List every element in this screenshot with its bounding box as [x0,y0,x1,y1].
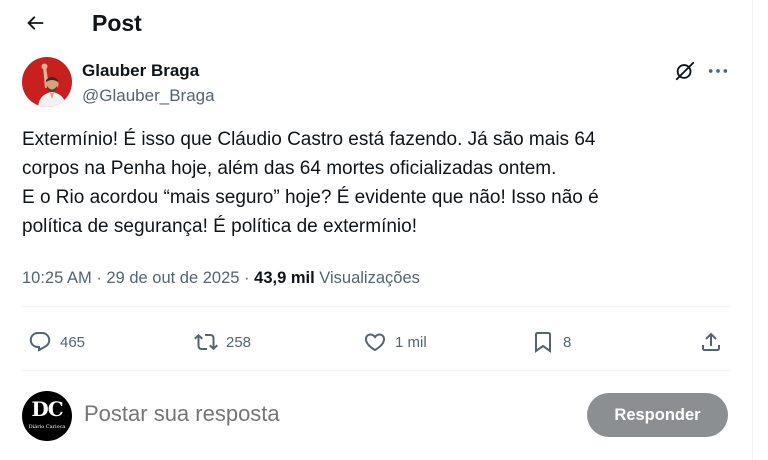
avatar-logo-text: DC [31,397,63,421]
grok-icon [675,61,695,81]
share-button[interactable] [699,320,723,364]
post-date[interactable]: 29 de out de 2025 [106,269,239,287]
arrow-left-icon [27,16,44,30]
meta-separator: · [96,269,102,287]
page-title: Post [92,10,142,36]
post-detail-page: Post Glauber Braga @Glauber_Braga Exterm… [0,0,752,460]
action-bar: 465 258 1 mil 8 [0,320,752,364]
like-count: 1 mil [395,333,427,351]
post-metadata: 10:25 AM · 29 de out de 2025 · 43,9 mil … [22,266,420,290]
bookmark-icon [535,332,551,353]
more-dots-icon [708,69,728,73]
column-border [752,0,753,460]
post-text-line: E o Rio acordou “mais seguro” hoje? É ev… [22,187,599,208]
author-avatar[interactable] [22,57,72,107]
reply-icon [29,332,51,352]
like-button[interactable]: 1 mil [363,320,427,364]
views-label[interactable]: Visualizações [319,269,420,287]
back-button[interactable] [18,6,52,40]
user-avatar[interactable]: DC Diário Carioca [22,391,72,441]
author-name[interactable]: Glauber Braga [82,60,199,81]
post-text-line: corpos na Penha hoje, além das 64 mortes… [22,158,557,179]
post-text-line: Extermínio! É isso que Cláudio Castro es… [22,129,596,150]
bookmark-count: 8 [563,333,572,351]
page-header: Post [0,0,752,46]
repost-button[interactable]: 258 [194,320,251,364]
reply-count: 465 [60,333,86,351]
reply-button[interactable]: 465 [28,320,85,364]
author-handle[interactable]: @Glauber_Braga [82,85,215,106]
repost-count: 258 [226,333,252,351]
post-text-line: política de segurança! É política de ext… [22,216,418,237]
repost-icon [194,333,218,351]
divider [22,306,730,307]
views-count[interactable]: 43,9 mil [254,269,315,287]
reply-input[interactable] [84,401,564,427]
meta-separator: · [244,269,250,287]
heart-icon [364,333,386,352]
bookmark-button[interactable]: 8 [531,320,571,364]
reply-submit-button[interactable]: Responder [587,393,728,437]
more-options-button[interactable] [706,60,730,82]
post-text: Extermínio! É isso que Cláudio Castro es… [22,125,742,241]
post-time[interactable]: 10:25 AM [22,269,92,287]
grok-button[interactable] [674,60,696,82]
share-icon [702,332,720,351]
avatar-logo-subtitle: Diário Carioca [28,424,66,430]
divider [22,370,730,371]
